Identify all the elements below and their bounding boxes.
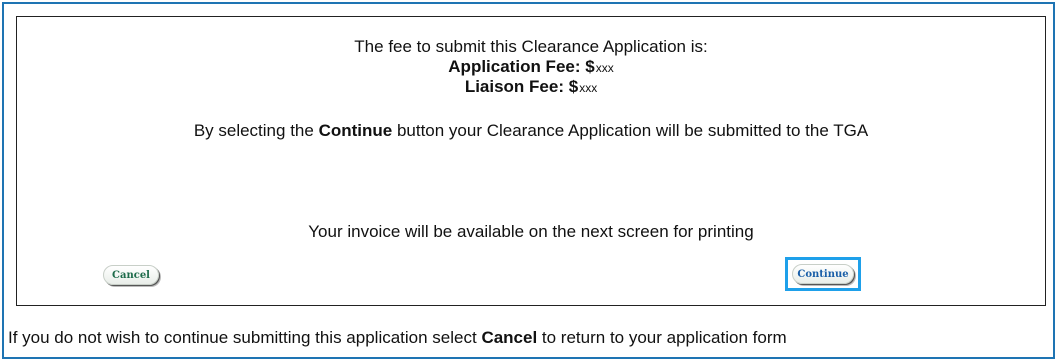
application-fee-line: Application Fee: $xxx: [17, 57, 1045, 78]
footer-note-before: If you do not wish to continue submittin…: [8, 328, 482, 347]
invoice-note: Your invoice will be available on the ne…: [308, 222, 754, 241]
footer-note: If you do not wish to continue submittin…: [0, 327, 1063, 349]
submit-note-continue-word: Continue: [318, 121, 393, 140]
fee-panel: The fee to submit this Clearance Applica…: [16, 16, 1046, 306]
liaison-fee-amount: xxx: [579, 81, 598, 95]
application-fee-label: Application Fee: $: [448, 57, 595, 76]
fee-intro-text: The fee to submit this Clearance Applica…: [354, 37, 708, 56]
application-fee-amount: xxx: [595, 61, 614, 75]
cancel-button[interactable]: Cancel: [103, 265, 159, 285]
submit-note: By selecting the Continue button your Cl…: [17, 120, 1045, 142]
liaison-fee-line: Liaison Fee: $xxx: [17, 77, 1045, 98]
continue-button[interactable]: Continue: [792, 264, 854, 284]
footer-note-after: to return to your application form: [537, 328, 787, 347]
outer-frame: The fee to submit this Clearance Applica…: [2, 2, 1055, 359]
liaison-fee-label: Liaison Fee: $: [464, 77, 579, 96]
footer-note-cancel-word: Cancel: [481, 328, 538, 347]
submit-note-before: By selecting the: [193, 121, 319, 140]
submit-note-after: button your Clearance Application will b…: [392, 121, 869, 140]
